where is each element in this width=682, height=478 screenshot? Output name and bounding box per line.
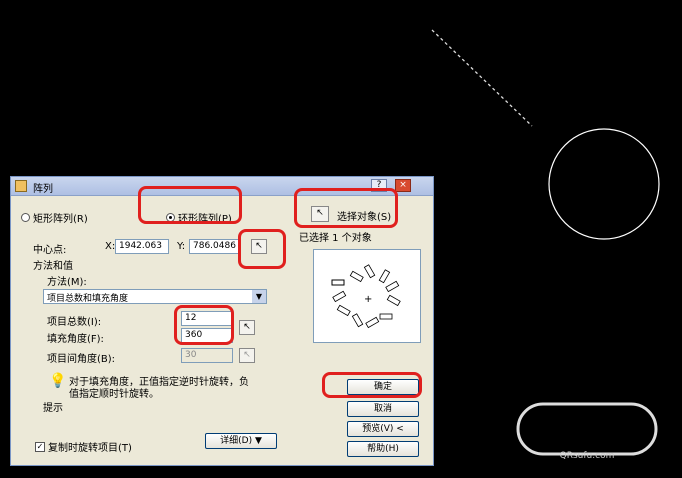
center-marker: + xyxy=(364,294,372,305)
lightbulb-icon: 💡 xyxy=(49,373,67,389)
rotate-items-label: 复制时旋转项目(T) xyxy=(48,443,132,454)
hint-text-2: 值指定顺时针旋转。 xyxy=(69,389,159,400)
source-object xyxy=(331,279,345,286)
dialog-title: 阵列 xyxy=(33,184,53,195)
help-button[interactable]: 帮助(H) xyxy=(347,441,419,457)
annotation-select-objects xyxy=(294,188,398,228)
watermark-text: QRsufu.com xyxy=(560,451,615,461)
method-value: 项目总数和填充角度 xyxy=(47,294,129,304)
annotation-ok xyxy=(322,372,422,398)
selected-count: 已选择 1 个对象 xyxy=(299,233,372,244)
close-button[interactable]: × xyxy=(395,179,411,192)
app-icon xyxy=(15,180,27,192)
watermark-logo: QRsufu.com xyxy=(516,402,658,461)
item-angle-label: 项目间角度(B): xyxy=(47,354,116,365)
chevron-down-icon: ▼ xyxy=(252,290,266,303)
hint-title: 提示 xyxy=(43,403,63,414)
method-label: 方法(M): xyxy=(47,277,87,288)
method-select[interactable]: 项目总数和填充角度 ▼ xyxy=(43,289,267,304)
method-group-title: 方法和值 xyxy=(33,261,73,272)
rotate-items-checkbox[interactable]: ✓ 复制时旋转项目(T) xyxy=(35,439,132,454)
preview-graphic: + xyxy=(331,264,401,329)
pick-fill-angle-icon[interactable]: ↖ xyxy=(239,320,255,335)
circle-entity[interactable] xyxy=(548,128,660,240)
center-x-field[interactable]: 1942.063 xyxy=(115,239,169,254)
cancel-button[interactable]: 取消 xyxy=(347,401,419,417)
fill-angle-label: 填充角度(F): xyxy=(47,334,104,345)
annotation-polar-array xyxy=(138,186,242,224)
annotation-count-angle xyxy=(174,305,234,345)
y-label: Y: xyxy=(177,241,186,252)
annotation-pick-center xyxy=(238,229,286,269)
x-label: X: xyxy=(105,241,116,252)
preview-button[interactable]: 预览(V) < xyxy=(347,421,419,437)
rect-array-label: 矩形阵列(R) xyxy=(33,214,88,225)
total-items-label: 项目总数(I): xyxy=(47,317,102,328)
rect-array-radio[interactable]: 矩形阵列(R) xyxy=(21,210,88,225)
details-button[interactable]: 详细(D) ▼ xyxy=(205,433,277,449)
radio-dot xyxy=(21,213,30,222)
checkbox-box: ✓ xyxy=(35,441,45,452)
pick-item-angle-icon[interactable]: ↖ xyxy=(239,348,255,363)
center-label: 中心点: xyxy=(33,245,67,256)
preview-pane: + xyxy=(313,249,421,343)
item-angle-field[interactable]: 30 xyxy=(181,348,233,363)
center-y-field[interactable]: 786.0486 xyxy=(189,239,241,254)
dashed-line-entity[interactable] xyxy=(431,29,533,127)
